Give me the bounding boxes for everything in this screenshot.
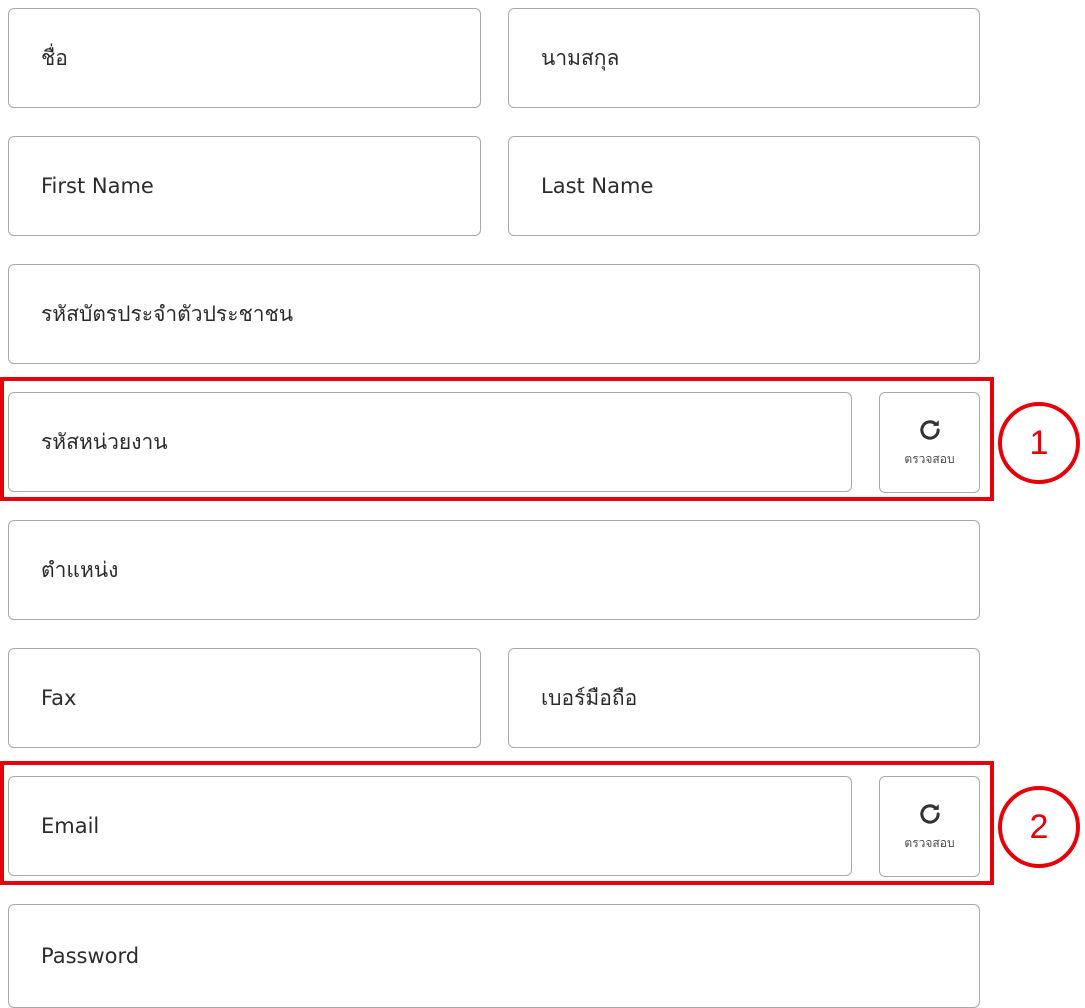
password-field[interactable]: Password <box>8 904 980 1008</box>
mobile-placeholder: เบอร์มือถือ <box>541 685 638 710</box>
unit-code-field[interactable]: รหัสหน่วยงาน <box>8 392 852 492</box>
citizen-id-field[interactable]: รหัสบัตรประจำตัวประชาชน <box>8 264 980 364</box>
citizen-id-placeholder: รหัสบัตรประจำตัวประชาชน <box>41 301 294 326</box>
first-name-th-placeholder: ชื่อ <box>41 45 68 70</box>
email-field[interactable]: Email <box>8 776 852 876</box>
callout-2: 2 <box>998 786 1080 868</box>
first-name-en-field[interactable]: First Name <box>8 136 481 236</box>
refresh-icon <box>919 804 940 824</box>
position-field[interactable]: ตำแหน่ง <box>8 520 980 620</box>
unit-code-check-button[interactable]: ตรวจสอบ <box>879 392 980 493</box>
email-placeholder: Email <box>41 814 100 838</box>
fax-field[interactable]: Fax <box>8 648 481 748</box>
position-placeholder: ตำแหน่ง <box>41 557 119 582</box>
mobile-field[interactable]: เบอร์มือถือ <box>508 648 980 748</box>
check-button-label: ตรวจสอบ <box>904 452 955 466</box>
last-name-en-field[interactable]: Last Name <box>508 136 980 236</box>
refresh-icon <box>919 420 940 440</box>
first-name-th-field[interactable]: ชื่อ <box>8 8 481 108</box>
unit-code-placeholder: รหัสหน่วยงาน <box>41 429 168 454</box>
callout-2-number: 2 <box>1029 807 1049 846</box>
callout-1-number: 1 <box>1029 423 1049 462</box>
email-check-button[interactable]: ตรวจสอบ <box>879 776 980 877</box>
callout-1: 1 <box>998 402 1080 484</box>
last-name-th-field[interactable]: นามสกุล <box>508 8 980 108</box>
last-name-en-placeholder: Last Name <box>541 174 654 198</box>
last-name-th-placeholder: นามสกุล <box>541 45 620 70</box>
check-button-label: ตรวจสอบ <box>904 836 955 850</box>
first-name-en-placeholder: First Name <box>41 174 154 198</box>
password-placeholder: Password <box>41 944 140 968</box>
fax-placeholder: Fax <box>41 686 77 710</box>
